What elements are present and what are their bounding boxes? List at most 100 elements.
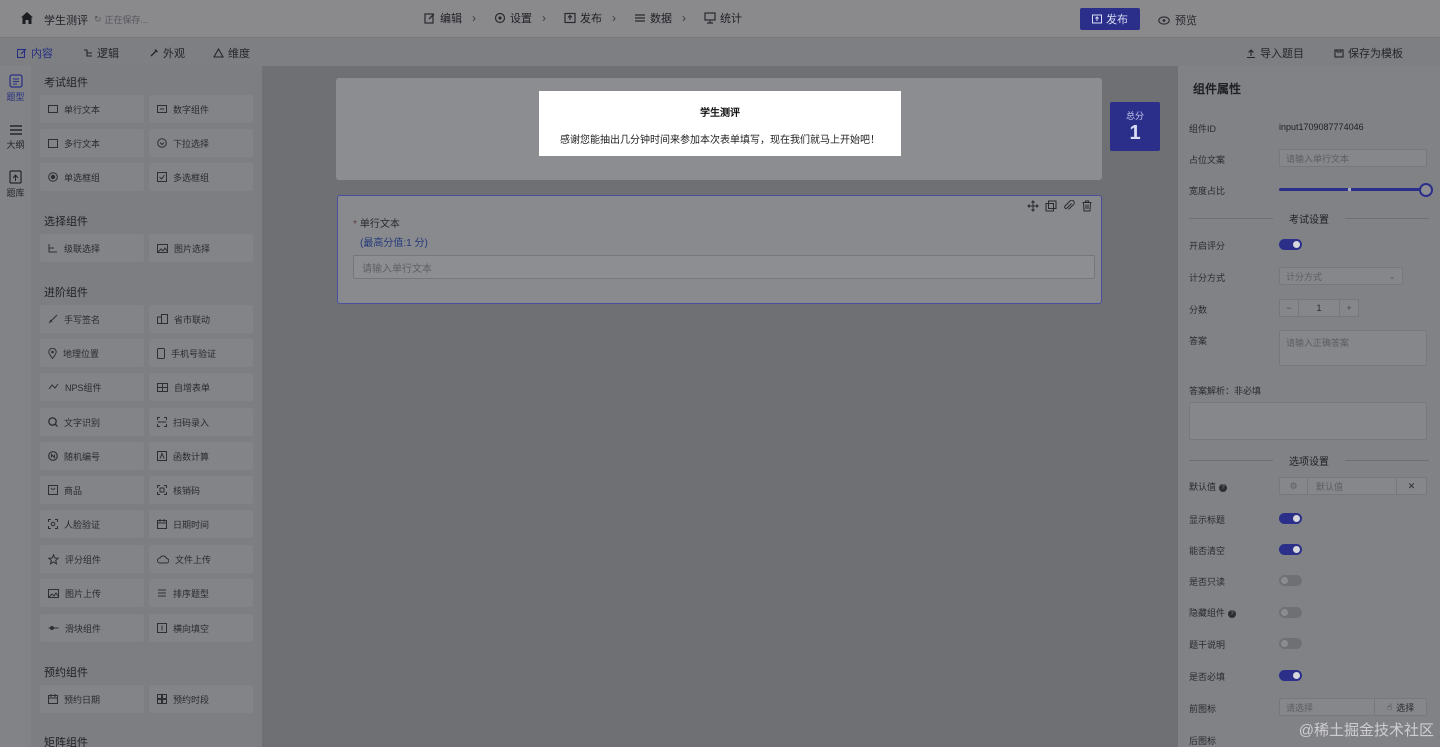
answer-textarea[interactable]: 请输入正确答案	[1279, 330, 1427, 366]
tab-logic[interactable]: 逻辑	[83, 45, 119, 61]
calendar-icon	[48, 694, 58, 704]
rail-question-types[interactable]: 题型	[0, 74, 31, 103]
tab-content[interactable]: 内容	[15, 45, 55, 69]
group-title: 预约组件	[44, 667, 88, 679]
publish-button[interactable]: 发布	[1080, 8, 1140, 30]
component-item[interactable]: 下拉选择	[149, 129, 253, 157]
step-settings[interactable]: 设置 ›	[494, 10, 556, 26]
dimension-icon	[213, 48, 224, 58]
show-title-toggle[interactable]	[1279, 513, 1302, 524]
left-rail: 题型 大纲 题库	[0, 66, 31, 747]
component-item[interactable]: 预约日期	[40, 685, 144, 713]
component-item[interactable]: 横向填空	[149, 614, 253, 642]
tab-dimension[interactable]: 维度	[213, 45, 250, 61]
increment-button[interactable]: +	[1340, 303, 1358, 313]
component-item[interactable]: 文件上传	[149, 545, 253, 573]
component-item[interactable]: 多行文本	[40, 129, 144, 157]
default-value-label: 默认值?	[1189, 480, 1228, 493]
image-upload-icon	[48, 588, 59, 598]
help-icon[interactable]: ?	[1228, 609, 1237, 618]
home-icon[interactable]	[20, 11, 34, 25]
component-item[interactable]: 图片上传	[40, 579, 144, 607]
edit-icon	[17, 48, 27, 58]
component-item[interactable]: 核销码	[149, 476, 253, 504]
chevron-right-icon: ›	[542, 11, 546, 25]
component-item[interactable]: 函数计算	[149, 442, 253, 470]
properties-panel: 组件属性 组件ID input1709087774046 占位文案 请输入单行文…	[1178, 66, 1440, 747]
close-icon[interactable]: ✕	[1396, 478, 1426, 494]
component-item[interactable]: 手写签名	[40, 305, 144, 333]
component-item[interactable]: 随机编号	[40, 442, 144, 470]
step-publish[interactable]: 发布 ›	[564, 10, 626, 26]
component-item[interactable]: 省市联动	[149, 305, 253, 333]
step-stats[interactable]: 统计	[704, 10, 742, 26]
save-template-button[interactable]: 保存为模板	[1334, 45, 1403, 61]
number-circle-icon	[48, 451, 58, 461]
chevron-right-icon: ›	[472, 11, 476, 25]
component-item[interactable]: 排序题型	[149, 579, 253, 607]
decrement-button[interactable]: −	[1280, 303, 1298, 313]
score-stepper[interactable]: − 1 +	[1279, 299, 1359, 317]
prefix-icon-select[interactable]: 请选择 ☝ 选择	[1279, 698, 1427, 716]
stem-toggle[interactable]	[1279, 638, 1302, 649]
step-data[interactable]: 数据 ›	[634, 10, 696, 26]
scoring-method-select[interactable]: 计分方式 ⌄	[1279, 267, 1403, 285]
copy-icon[interactable]	[1045, 200, 1057, 212]
required-label: 是否必填	[1189, 672, 1226, 682]
component-item[interactable]: 文字识别	[40, 408, 144, 436]
component-item[interactable]: 级联选择	[40, 234, 144, 262]
hidden-toggle[interactable]	[1279, 607, 1302, 618]
clearable-toggle[interactable]	[1279, 544, 1302, 555]
answer-label: 答案	[1189, 336, 1208, 346]
form-title-block[interactable]: 学生测评 感谢您能抽出几分钟时间来参加本次表单填写，现在我们就马上开始吧！	[539, 91, 901, 156]
readonly-toggle[interactable]	[1279, 575, 1302, 586]
form-title: 学生测评	[700, 108, 740, 119]
component-id-label: 组件ID	[1189, 124, 1217, 134]
preview-button[interactable]: 预览	[1158, 12, 1197, 28]
rail-question-bank[interactable]: 题库	[0, 170, 31, 199]
component-item[interactable]: 自增表单	[149, 373, 253, 401]
rail-outline[interactable]: 大纲	[0, 124, 31, 151]
component-item[interactable]: 预约时段	[149, 685, 253, 713]
tab-appearance[interactable]: 外观	[149, 45, 185, 61]
gear-icon[interactable]: ⚙	[1280, 478, 1308, 494]
group-title: 矩阵组件	[44, 737, 88, 747]
import-questions-button[interactable]: 导入题目	[1246, 45, 1304, 61]
component-item[interactable]: 扫码录入	[149, 408, 253, 436]
component-item[interactable]: 单选框组	[40, 163, 144, 191]
option-settings-heading: 选项设置	[1189, 453, 1429, 468]
single-line-text-field[interactable]: * 单行文本 (最高分值:1 分) 请输入单行文本	[337, 195, 1102, 304]
component-item[interactable]: 单行文本	[40, 95, 144, 123]
component-item[interactable]: 数字组件	[149, 95, 253, 123]
move-icon[interactable]	[1027, 200, 1039, 212]
component-item[interactable]: 多选框组	[149, 163, 253, 191]
select-button[interactable]: ☝ 选择	[1374, 699, 1426, 715]
attachment-icon[interactable]	[1063, 200, 1075, 212]
component-item[interactable]: 手机号验证	[149, 339, 253, 367]
step-edit[interactable]: 编辑 ›	[424, 10, 486, 26]
component-item[interactable]: 地理位置	[40, 339, 144, 367]
save-icon	[1334, 48, 1344, 58]
component-item[interactable]: 商品	[40, 476, 144, 504]
analysis-textarea[interactable]	[1189, 402, 1427, 440]
component-item[interactable]: 人脸验证	[40, 510, 144, 538]
form-description: 感谢您能抽出几分钟时间来参加本次表单填写，现在我们就马上开始吧！	[560, 135, 880, 146]
width-slider-track[interactable]	[1279, 188, 1427, 191]
component-item[interactable]: 日期时间	[149, 510, 253, 538]
single-line-input[interactable]: 请输入单行文本	[353, 255, 1095, 279]
component-item[interactable]: NPS组件	[40, 373, 144, 401]
component-item[interactable]: 评分组件	[40, 545, 144, 573]
enable-scoring-toggle[interactable]	[1279, 239, 1302, 250]
delete-icon[interactable]	[1081, 200, 1093, 212]
placeholder-input[interactable]: 请输入单行文本	[1279, 149, 1427, 167]
component-item[interactable]: 滑块组件	[40, 614, 144, 642]
city-icon	[157, 314, 168, 324]
required-toggle[interactable]	[1279, 670, 1302, 681]
sync-icon: ↻	[94, 14, 102, 24]
width-slider-handle[interactable]	[1419, 183, 1433, 197]
default-value-input[interactable]: ⚙ 默认值 ✕	[1279, 477, 1427, 495]
help-icon[interactable]: ?	[1219, 483, 1228, 492]
field-score-hint: (最高分值:1 分)	[360, 238, 428, 249]
component-item[interactable]: 图片选择	[149, 234, 253, 262]
prefix-icon-label: 前图标	[1189, 704, 1217, 714]
